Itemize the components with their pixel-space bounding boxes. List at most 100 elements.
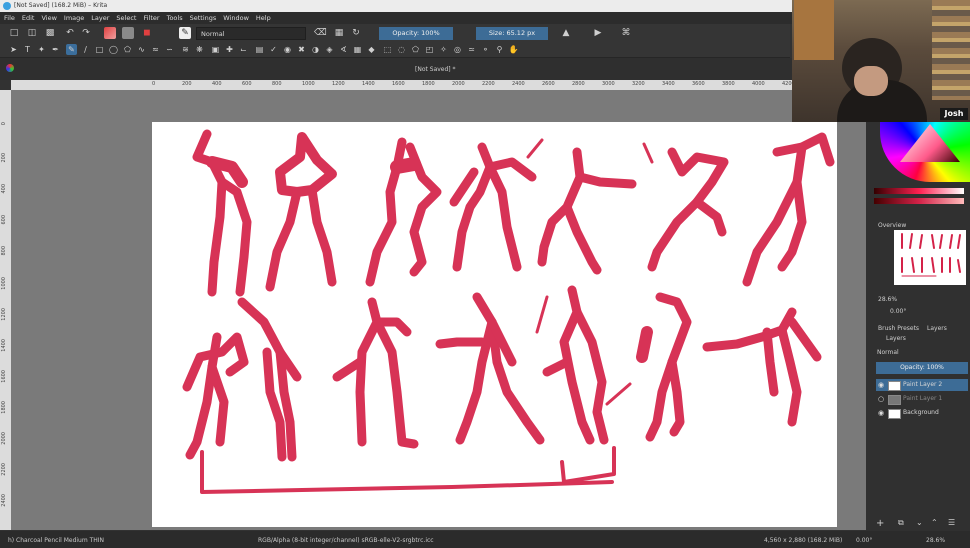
reload-preset-icon[interactable]: ↻ xyxy=(350,27,362,39)
mirror-vertical-icon[interactable]: ▶ xyxy=(592,27,604,39)
menu-layer[interactable]: Layer xyxy=(91,12,109,24)
ruler-tick-label: 0 xyxy=(152,81,156,87)
color-picker-icon[interactable]: ✓ xyxy=(268,44,279,55)
bezier-select-icon[interactable]: ≃ xyxy=(466,44,477,55)
calligraphy-icon[interactable]: ✒ xyxy=(50,44,61,55)
pattern-edit-icon[interactable]: ◆ xyxy=(366,44,377,55)
color-slider-1[interactable] xyxy=(874,188,964,194)
layer-thumbnail xyxy=(888,395,901,405)
multibrush-icon[interactable]: ❋ xyxy=(194,44,205,55)
overview-thumbnail[interactable] xyxy=(894,230,966,285)
freehand-path-icon[interactable]: ∽ xyxy=(164,44,175,55)
fill-tool-icon[interactable]: ◑ xyxy=(310,44,321,55)
polyline-tool-icon[interactable]: ∿ xyxy=(136,44,147,55)
text-tool-icon[interactable]: T xyxy=(22,44,33,55)
zoom-tool-icon[interactable]: ⚲ xyxy=(494,44,505,55)
status-zoom[interactable]: 28.6% xyxy=(926,537,945,544)
move-up-icon[interactable]: ⌃ xyxy=(931,518,938,527)
open-folder-icon[interactable]: ◫ xyxy=(26,27,38,39)
dynamic-brush-icon[interactable]: ≋ xyxy=(180,44,191,55)
menu-image[interactable]: Image xyxy=(64,12,84,24)
line-tool-icon[interactable]: ∕ xyxy=(80,44,91,55)
figure-sketch xyxy=(535,285,632,445)
menu-tools[interactable]: Tools xyxy=(167,12,183,24)
transform-tool-icon[interactable]: ▣ xyxy=(210,44,221,55)
polygon-tool-icon[interactable]: ⬠ xyxy=(122,44,133,55)
eye-icon[interactable]: ◉ xyxy=(878,407,884,419)
fg-bg-color-icon[interactable]: ◼ xyxy=(141,27,153,39)
color-slider-2[interactable] xyxy=(874,198,964,204)
eye-icon[interactable]: ◉ xyxy=(878,379,884,391)
mirror-horizontal-icon[interactable]: ▲ xyxy=(560,27,572,39)
opacity-slider[interactable]: Opacity: 100% xyxy=(379,27,453,40)
measure-tool-icon[interactable]: ∢ xyxy=(338,44,349,55)
freehand-select-icon[interactable]: ◰ xyxy=(424,44,435,55)
rectangle-tool-icon[interactable]: □ xyxy=(94,44,105,55)
ellipse-tool-icon[interactable]: ◯ xyxy=(108,44,119,55)
menu-settings[interactable]: Settings xyxy=(190,12,217,24)
tab-layers[interactable]: Layers xyxy=(927,325,947,332)
undo-icon[interactable]: ↶ xyxy=(64,27,76,39)
alpha-lock-icon[interactable]: ▦ xyxy=(333,27,345,39)
layer-row[interactable]: ○ Paint Layer 1 xyxy=(876,393,968,405)
reference-tool-icon[interactable]: ▦ xyxy=(352,44,363,55)
document-tab-bar: [Not Saved] * xyxy=(0,58,870,80)
gradient-swatch[interactable] xyxy=(104,27,116,39)
ruler-tick-label: 400 xyxy=(1,184,7,194)
select-shapes-icon[interactable]: ➤ xyxy=(8,44,19,55)
blend-mode-select[interactable]: Normal xyxy=(196,27,306,40)
similar-select-icon[interactable]: ◎ xyxy=(452,44,463,55)
status-brush-name[interactable]: h) Charcoal Pencil Medium THIN xyxy=(8,537,104,544)
ruler-tick-label: 1600 xyxy=(392,81,405,87)
polygon-select-icon[interactable]: ⬠ xyxy=(410,44,421,55)
rotation-value[interactable]: 0.00° xyxy=(890,308,906,315)
menu-select[interactable]: Select xyxy=(116,12,136,24)
size-slider[interactable]: Size: 65.12 px xyxy=(476,27,548,40)
freehand-brush-icon[interactable]: ✎ xyxy=(66,44,77,55)
figure-sketch xyxy=(265,132,337,292)
duplicate-layer-icon[interactable]: ⧉ xyxy=(898,518,904,528)
menu-help[interactable]: Help xyxy=(256,12,271,24)
layer-blend-mode[interactable]: Normal xyxy=(877,349,899,356)
redo-icon[interactable]: ↷ xyxy=(80,27,92,39)
document-tab[interactable]: [Not Saved] * xyxy=(415,66,456,73)
drawing-canvas[interactable] xyxy=(152,122,837,527)
tab-brush-presets[interactable]: Brush Presets xyxy=(878,325,919,332)
menu-edit[interactable]: Edit xyxy=(22,12,35,24)
eye-icon[interactable]: ○ xyxy=(878,393,884,405)
add-layer-icon[interactable]: + xyxy=(876,518,884,529)
pan-tool-icon[interactable]: ✋ xyxy=(508,44,519,55)
magnetic-select-icon[interactable]: ⚬ xyxy=(480,44,491,55)
ellipse-select-icon[interactable]: ◌ xyxy=(396,44,407,55)
eraser-icon[interactable]: ⌫ xyxy=(314,27,327,39)
menu-window[interactable]: Window xyxy=(223,12,249,24)
assistant-tool-icon[interactable]: ◈ xyxy=(324,44,335,55)
menu-filter[interactable]: Filter xyxy=(143,12,159,24)
rect-select-icon[interactable]: ⬚ xyxy=(382,44,393,55)
pattern-swatch[interactable] xyxy=(122,27,134,39)
new-document-icon[interactable]: □ xyxy=(8,27,20,39)
smart-patch-icon[interactable]: ✖ xyxy=(296,44,307,55)
brush-preset-icon[interactable]: ✎ xyxy=(179,27,191,39)
save-icon[interactable]: ▩ xyxy=(44,27,56,39)
ruler-tick-label: 1000 xyxy=(1,277,7,290)
colorize-mask-icon[interactable]: ◉ xyxy=(282,44,293,55)
move-tool-icon[interactable]: ✚ xyxy=(224,44,235,55)
move-down-icon[interactable]: ⌄ xyxy=(916,518,923,527)
menu-view[interactable]: View xyxy=(41,12,56,24)
contiguous-select-icon[interactable]: ✧ xyxy=(438,44,449,55)
edit-shapes-icon[interactable]: ✦ xyxy=(36,44,47,55)
zoom-value[interactable]: 28.6% xyxy=(878,296,897,303)
layer-menu-icon[interactable]: ☰ xyxy=(948,518,955,527)
ruler-tick-label: 1400 xyxy=(1,339,7,352)
gradient-tool-icon[interactable]: ▤ xyxy=(254,44,265,55)
ruler-tick-label: 3000 xyxy=(602,81,615,87)
bezier-tool-icon[interactable]: ≈ xyxy=(150,44,161,55)
layer-row[interactable]: ◉ Background xyxy=(876,407,968,419)
crop-tool-icon[interactable]: ⌙ xyxy=(238,44,249,55)
menu-file[interactable]: File xyxy=(4,12,15,24)
status-rotation[interactable]: 0.00° xyxy=(856,537,872,544)
layer-opacity-slider[interactable]: Opacity: 100% xyxy=(876,362,968,374)
layer-row[interactable]: ◉ Paint Layer 2 xyxy=(876,379,968,391)
wrap-around-icon[interactable]: ⌘ xyxy=(620,27,632,39)
